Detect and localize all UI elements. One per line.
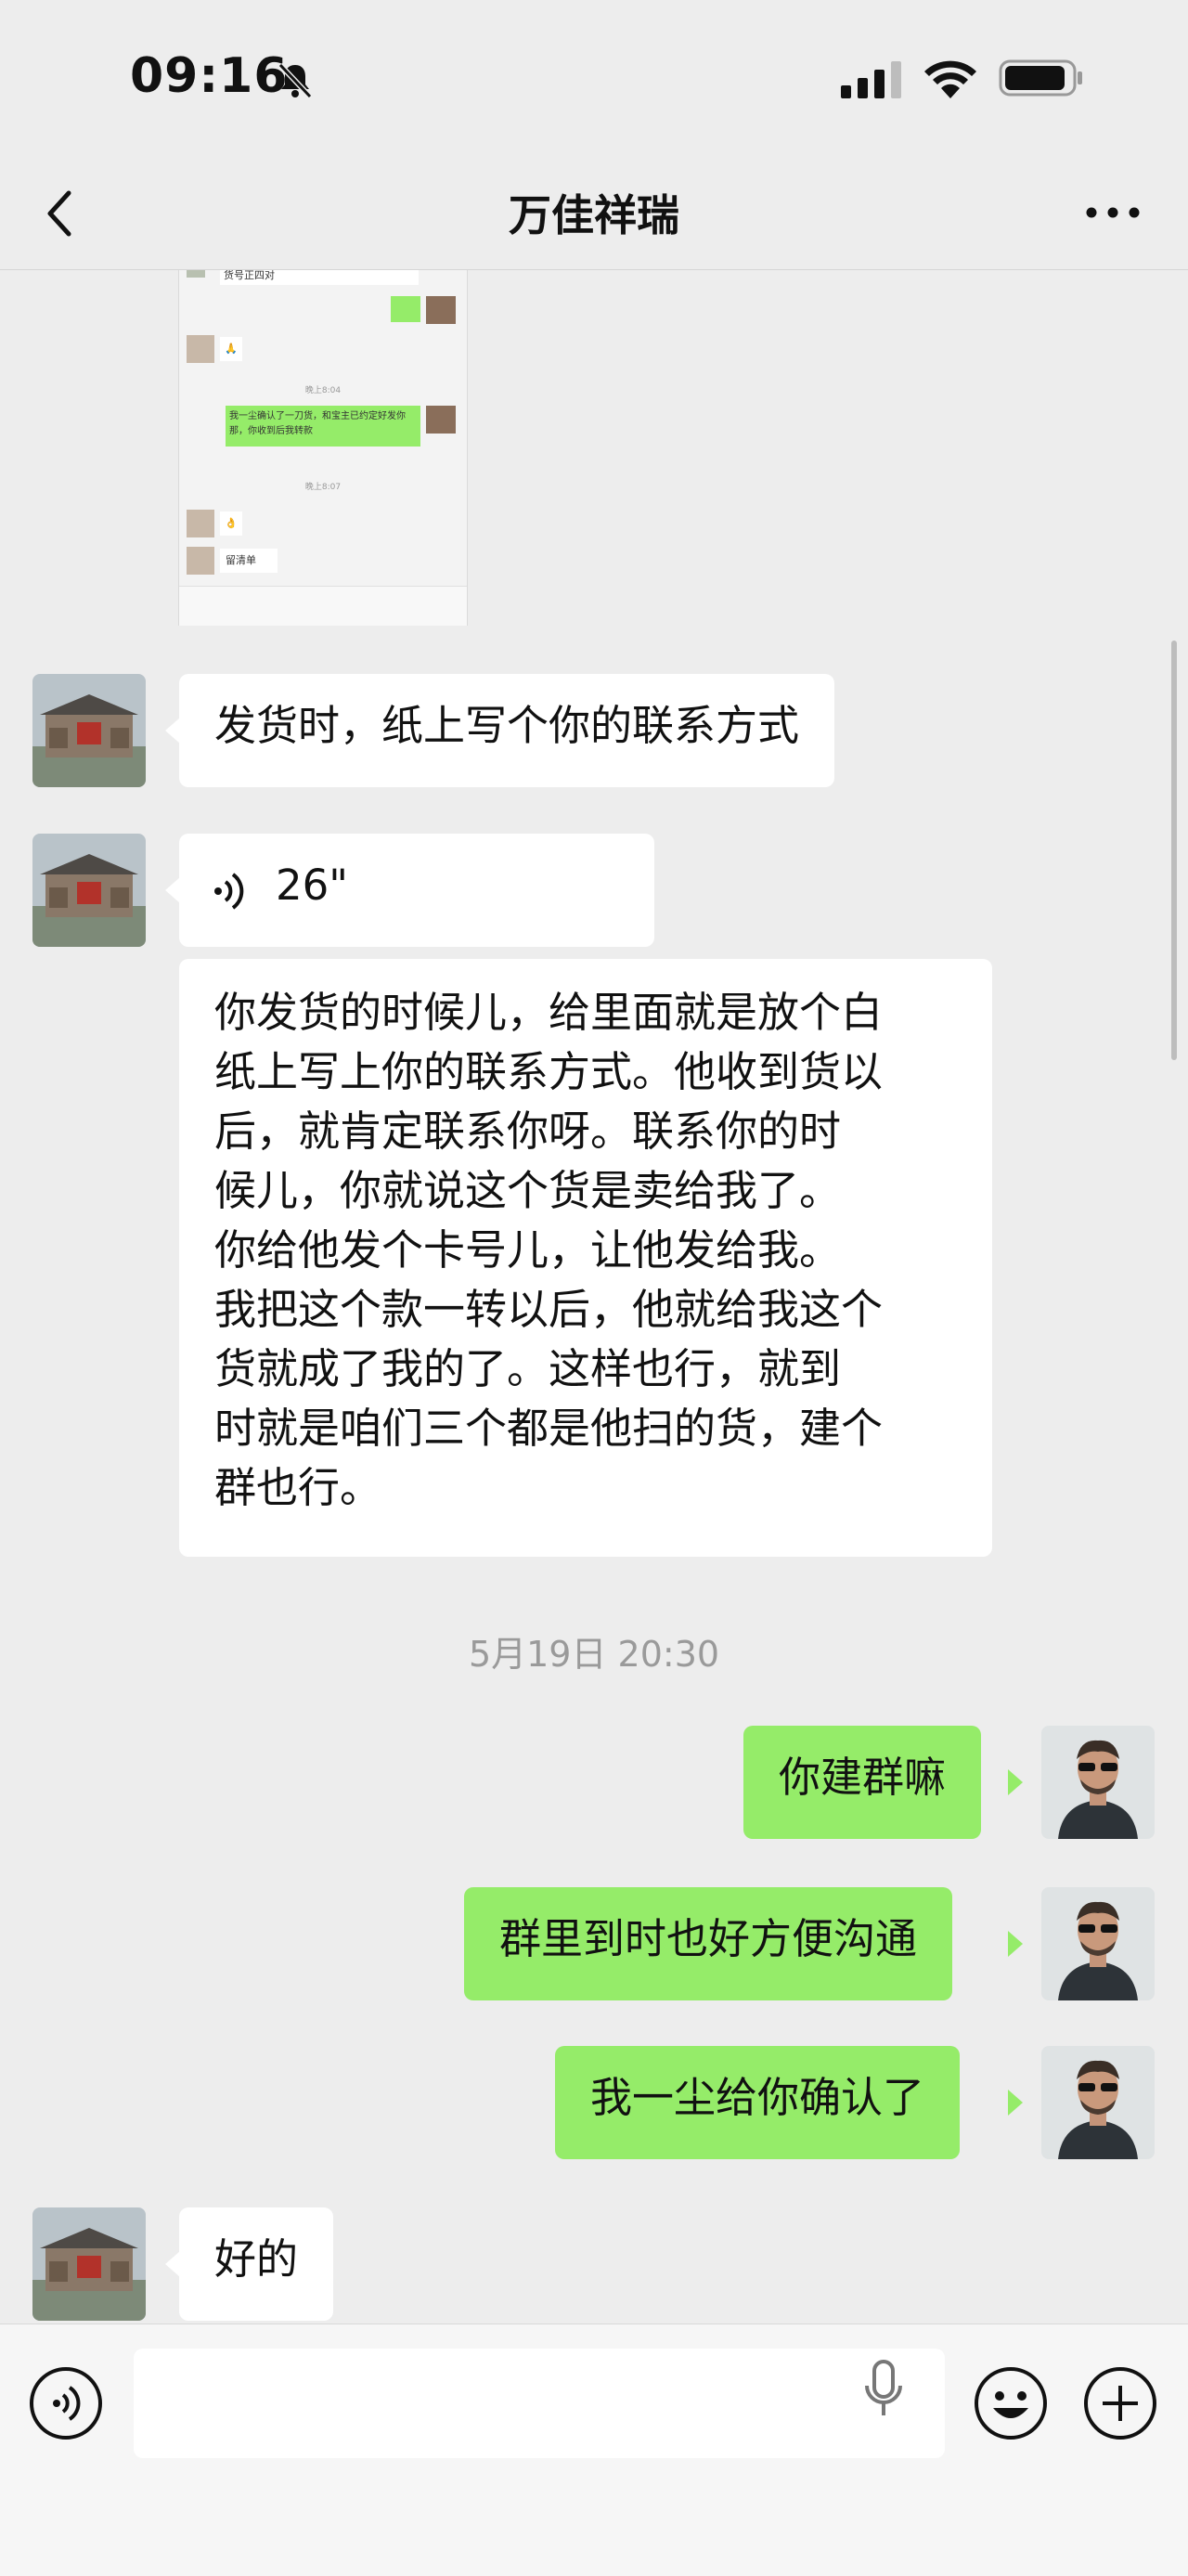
emoji-icon[interactable] (973, 2365, 1049, 2441)
mini-avatar (187, 510, 214, 537)
transcript-line: 货就成了我的了。这样也行，就到 (214, 1344, 842, 1393)
bubble-tail (165, 877, 180, 903)
my-avatar[interactable] (1041, 1726, 1155, 1839)
mini-message: 👌 (220, 511, 242, 536)
my-avatar[interactable] (1041, 2046, 1155, 2159)
mini-green-bubble (391, 296, 420, 322)
outgoing-message[interactable]: 群里到时也好方便沟通 (464, 1887, 953, 2000)
message-list[interactable]: 货号正四对 🙏 晚上8:04 我一尘确认了一刀货，和宝主已约定好发你那，你收到后… (0, 270, 1188, 2322)
contact-avatar[interactable] (32, 834, 146, 947)
message-input[interactable] (134, 2349, 945, 2458)
mini-avatar (426, 296, 456, 324)
chat-header: 万佳祥瑞 (0, 158, 1188, 270)
chat-title: 万佳祥瑞 (509, 190, 679, 240)
bubble-tail (1008, 1769, 1023, 1795)
input-bar (0, 2324, 1188, 2576)
outgoing-message[interactable]: 你建群嘛 (743, 1726, 982, 1839)
add-more-icon[interactable] (1082, 2365, 1158, 2441)
screenshot-image-message[interactable]: 货号正四对 🙏 晚上8:04 我一尘确认了一刀货，和宝主已约定好发你那，你收到后… (178, 270, 468, 626)
mini-input-bar (179, 586, 467, 626)
signal-icon (841, 61, 901, 98)
mini-timestamp: 晚上8:04 (304, 386, 342, 395)
transcript-line: 群也行。 (214, 1463, 382, 1512)
message-timestamp: 5月19日 20:30 (468, 1634, 720, 1675)
wifi-icon (924, 60, 976, 98)
more-options-icon[interactable] (1080, 189, 1145, 236)
transcript-line: 你给他发个卡号儿，让他发给我。 (214, 1225, 842, 1275)
contact-avatar[interactable] (32, 2207, 146, 2321)
mini-avatar (187, 547, 214, 575)
transcript-line: 纸上写上你的联系方式。他收到货以 (214, 1047, 884, 1096)
mini-avatar (426, 406, 456, 434)
transcript-line: 你发货的时候儿，给里面就是放个白 (214, 988, 884, 1037)
mini-timestamp: 晚上8:07 (304, 483, 342, 492)
status-time: 09:16 (130, 48, 289, 104)
my-avatar[interactable] (1041, 1887, 1155, 2000)
bubble-tail (1008, 1931, 1023, 1957)
transcript-line: 候儿，你就说这个货是卖给我了。 (214, 1166, 842, 1215)
scrollbar[interactable] (1171, 641, 1177, 1060)
mini-avatar (187, 335, 214, 363)
contact-avatar[interactable] (32, 674, 146, 787)
bubble-tail (165, 718, 180, 744)
transcript-line: 我把这个款一转以后，他就给我这个 (214, 1285, 884, 1334)
mini-message: 留清单 (220, 549, 278, 573)
mini-message: 货号正四对 (220, 270, 419, 285)
incoming-message[interactable]: 发货时，纸上写个你的联系方式 (179, 674, 835, 787)
voice-input-icon[interactable] (28, 2365, 104, 2441)
bubble-tail (1008, 2090, 1023, 2116)
incoming-message[interactable]: 好的 (179, 2207, 334, 2321)
voice-wave-icon (214, 873, 244, 910)
bell-muted-icon (278, 62, 313, 99)
mini-avatar (187, 270, 205, 278)
battery-icon (999, 59, 1082, 97)
bubble-tail (165, 2251, 180, 2277)
status-bar: 09:16 (0, 0, 1188, 158)
mini-message: 🙏 (220, 337, 242, 361)
transcript-line: 后，就肯定联系你呀。联系你的时 (214, 1107, 842, 1156)
microphone-icon[interactable] (859, 2358, 908, 2423)
voice-duration: 26" (276, 861, 348, 910)
outgoing-message[interactable]: 我一尘给你确认了 (555, 2046, 961, 2159)
mini-green-message: 我一尘确认了一刀货，和宝主已约定好发你那，你收到后我转款 (226, 406, 420, 447)
transcript-line: 时就是咱们三个都是他扫的货，建个 (214, 1404, 884, 1453)
voice-transcript[interactable]: 你发货的时候儿，给里面就是放个白 纸上写上你的联系方式。他收到货以 后，就肯定联… (179, 959, 992, 1557)
voice-message[interactable]: 26" (179, 834, 654, 947)
